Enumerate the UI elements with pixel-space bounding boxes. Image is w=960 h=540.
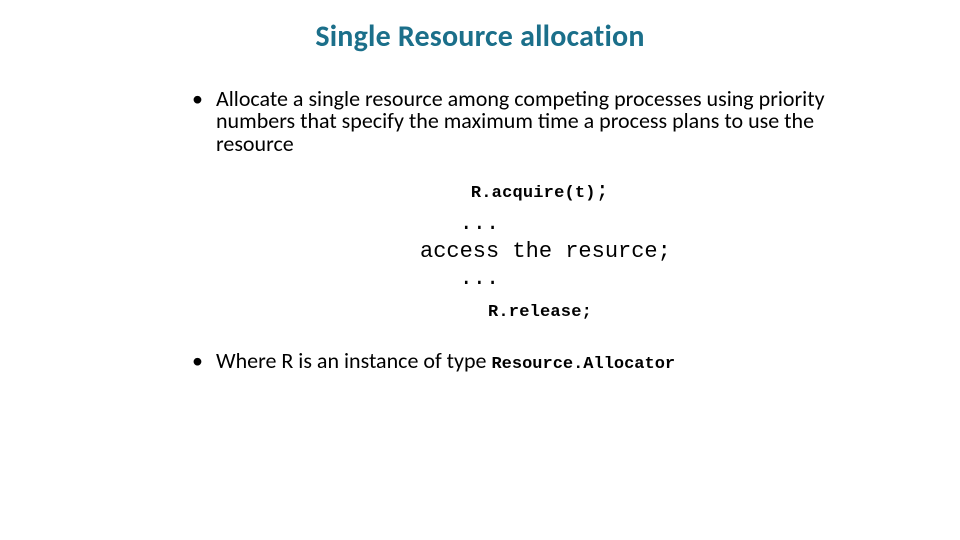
bullet-item: Where R is an instance of type Resource.… (190, 350, 890, 373)
bullet-list: Allocate a single resource among competi… (190, 88, 890, 155)
code-acquire-semicolon: ; (596, 179, 609, 204)
slide: Single Resource allocation Allocate a si… (0, 0, 960, 540)
code-access-block: ... access the resurce; ... (420, 210, 890, 293)
code-release-line: R.release; (190, 303, 890, 322)
bullet-2-text: Where R is an instance of type (216, 347, 491, 374)
inline-code-type: Resource.Allocator (491, 355, 675, 374)
slide-body: Allocate a single resource among competi… (190, 88, 890, 397)
slide-title: Single Resource allocation (0, 18, 960, 55)
bullet-item: Allocate a single resource among competi… (190, 88, 890, 155)
code-acquire: R.acquire(t) (471, 184, 596, 203)
code-acquire-line: R.acquire(t); (190, 179, 890, 204)
bullet-list-2: Where R is an instance of type Resource.… (190, 350, 890, 373)
